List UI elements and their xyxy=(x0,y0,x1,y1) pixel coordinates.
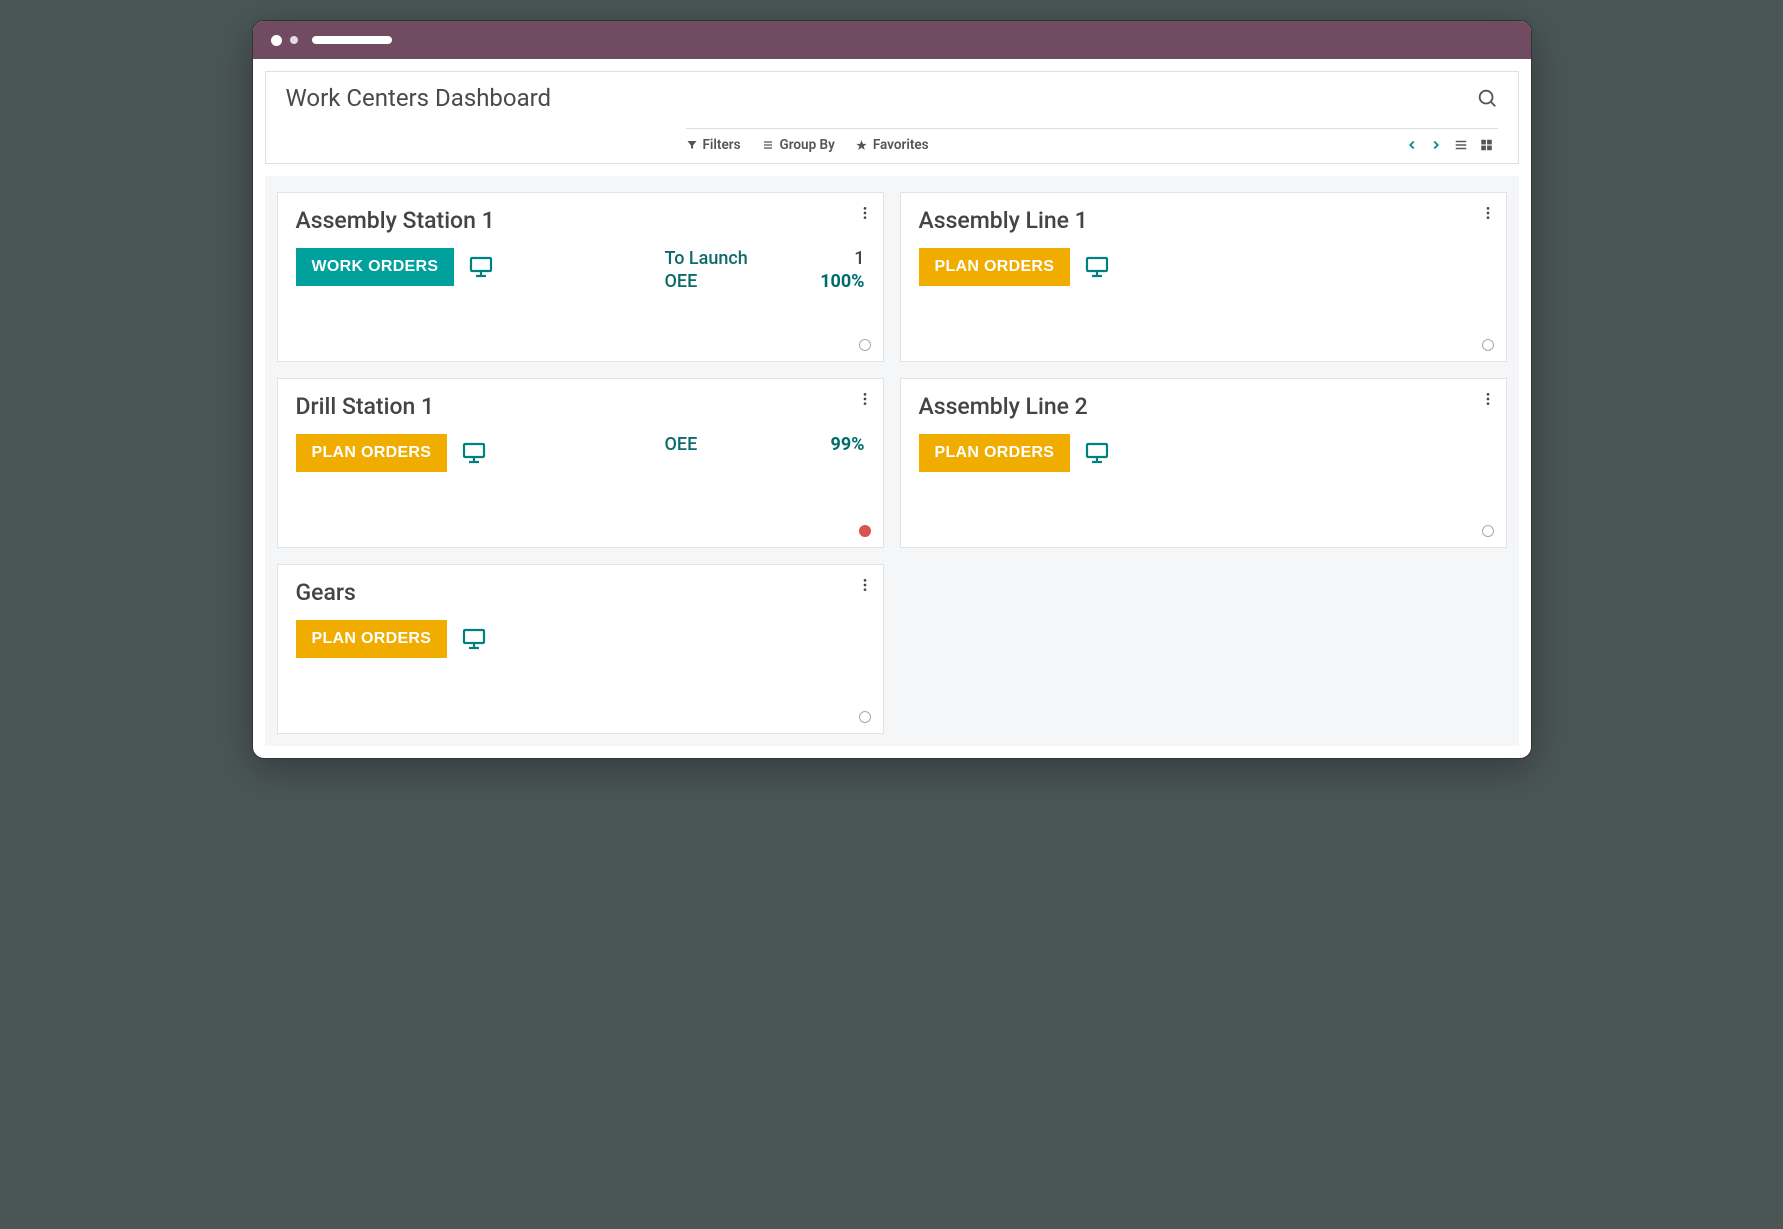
status-indicator[interactable] xyxy=(1482,339,1494,351)
stat-row: OEE 100% xyxy=(665,271,865,292)
monitor-icon[interactable] xyxy=(1084,255,1110,279)
filters-label: Filters xyxy=(703,137,741,153)
page-title: Work Centers Dashboard xyxy=(286,84,552,112)
stat-row: OEE 99% xyxy=(665,434,865,455)
monitor-icon[interactable] xyxy=(461,441,487,465)
content-area: Work Centers Dashboard Filters xyxy=(253,71,1531,746)
status-indicator[interactable] xyxy=(859,711,871,723)
list-icon xyxy=(761,139,775,151)
monitor-icon[interactable] xyxy=(468,255,494,279)
work-center-card: Gears PLAN ORDERS xyxy=(277,564,884,734)
window-address-bar xyxy=(312,36,392,44)
monitor-icon[interactable] xyxy=(461,627,487,651)
prev-page-button[interactable] xyxy=(1405,138,1419,152)
window-dot xyxy=(271,35,282,46)
stat-value: 100% xyxy=(820,271,864,292)
favorites-label: Favorites xyxy=(873,137,929,153)
plan-orders-button[interactable]: PLAN ORDERS xyxy=(919,248,1071,286)
cards-grid: Assembly Station 1WORK ORDERSTo Launch1O… xyxy=(277,176,1507,734)
groupby-button[interactable]: Group By xyxy=(761,137,835,153)
search-icon[interactable] xyxy=(1476,87,1498,109)
favorites-button[interactable]: Favorites xyxy=(855,137,929,153)
status-indicator[interactable] xyxy=(859,525,871,537)
next-page-button[interactable] xyxy=(1429,138,1443,152)
work-center-card: Assembly Line 2 PLAN ORDERS xyxy=(900,378,1507,548)
work-center-card: Drill Station 1 PLAN ORDERS OEE 99% xyxy=(277,378,884,548)
window-dot xyxy=(290,36,298,44)
status-indicator[interactable] xyxy=(1482,525,1494,537)
monitor-icon[interactable] xyxy=(1084,441,1110,465)
card-menu-icon[interactable] xyxy=(857,203,873,223)
work-center-card: Assembly Station 1WORK ORDERSTo Launch1O… xyxy=(277,192,884,362)
page-header: Work Centers Dashboard Filters xyxy=(265,71,1519,164)
work-center-card: Assembly Line 1 PLAN ORDERS xyxy=(900,192,1507,362)
groupby-label: Group By xyxy=(780,137,835,153)
toolbar-left: Filters Group By Favorites xyxy=(686,137,929,153)
plan-orders-button[interactable]: PLAN ORDERS xyxy=(919,434,1071,472)
list-view-icon[interactable] xyxy=(1453,138,1469,152)
card-menu-icon[interactable] xyxy=(857,389,873,409)
dashboard-background: Assembly Station 1WORK ORDERSTo Launch1O… xyxy=(265,176,1519,746)
browser-window: Work Centers Dashboard Filters xyxy=(252,20,1532,759)
card-title: Assembly Station 1 xyxy=(296,207,865,234)
kanban-view-icon[interactable] xyxy=(1479,138,1494,152)
window-titlebar xyxy=(253,21,1531,59)
plan-orders-button[interactable]: PLAN ORDERS xyxy=(296,434,448,472)
toolbar-right xyxy=(1405,138,1494,152)
card-menu-icon[interactable] xyxy=(1480,389,1496,409)
card-stats: OEE 99% xyxy=(665,434,865,457)
star-icon xyxy=(855,139,868,152)
card-title: Drill Station 1 xyxy=(296,393,865,420)
status-indicator[interactable] xyxy=(859,339,871,351)
card-title: Assembly Line 2 xyxy=(919,393,1488,420)
stat-label: OEE xyxy=(665,434,698,455)
card-title: Gears xyxy=(296,579,865,606)
stat-row: To Launch 1 xyxy=(665,248,865,269)
filter-icon xyxy=(686,139,698,151)
card-menu-icon[interactable] xyxy=(1480,203,1496,223)
card-menu-icon[interactable] xyxy=(857,575,873,595)
work-orders-button[interactable]: WORK ORDERS xyxy=(296,248,455,286)
stat-label: OEE xyxy=(665,271,698,292)
stat-label: To Launch xyxy=(665,248,748,269)
stat-value: 1 xyxy=(854,248,864,269)
card-title: Assembly Line 1 xyxy=(919,207,1488,234)
filters-button[interactable]: Filters xyxy=(686,137,741,153)
card-stats: To Launch 1 OEE 100% xyxy=(665,248,865,294)
plan-orders-button[interactable]: PLAN ORDERS xyxy=(296,620,448,658)
stat-value: 99% xyxy=(831,434,865,455)
